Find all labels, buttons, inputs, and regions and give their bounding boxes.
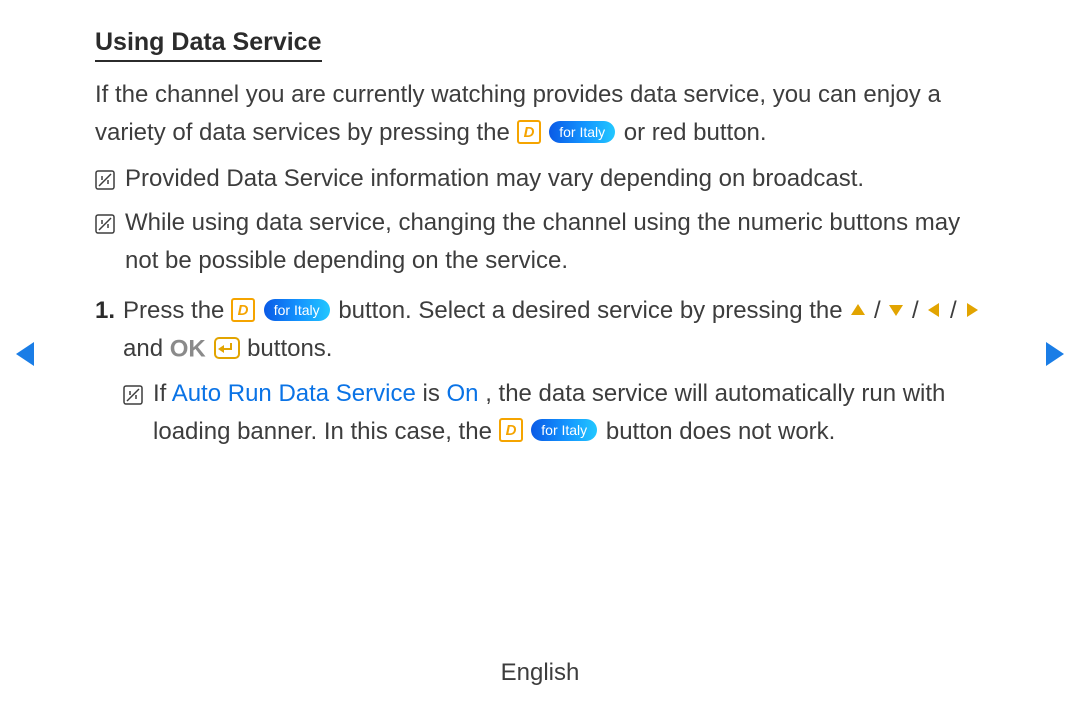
d-button-icon: D [499, 418, 523, 442]
subnote-a: If [153, 380, 172, 407]
step-1-text-d: buttons. [247, 335, 332, 362]
arrow-up-icon [849, 301, 867, 319]
note-icon [123, 385, 143, 405]
note-icon [95, 214, 115, 234]
step-1-text-b: button. Select a desired service by pres… [338, 297, 849, 324]
note-1: Provided Data Service information may va… [95, 160, 985, 198]
slash-1: / [874, 297, 887, 324]
step-1-text-c: and [123, 335, 170, 362]
arrow-right-icon [963, 301, 981, 319]
on-label: On [447, 380, 479, 407]
for-italy-badge: for Italy [264, 299, 330, 321]
slash-2: / [912, 297, 925, 324]
for-italy-badge: for Italy [531, 419, 597, 441]
enter-icon [214, 337, 240, 359]
note-2-text: While using data service, changing the c… [125, 204, 985, 280]
step-1-subnote: If Auto Run Data Service is On , the dat… [123, 375, 985, 451]
note-1-text: Provided Data Service information may va… [125, 160, 985, 198]
d-button-icon: D [517, 120, 541, 144]
for-italy-badge: for Italy [549, 121, 615, 143]
auto-run-label: Auto Run Data Service [172, 380, 416, 407]
arrow-left-icon [925, 301, 943, 319]
subnote-d: button does not work. [606, 418, 835, 445]
step-1-text-a: Press the [123, 297, 231, 324]
intro-text-2: or red button. [624, 119, 767, 146]
step-1: 1. Press the D for Italy button. Select … [95, 292, 985, 451]
note-icon [95, 170, 115, 190]
slash-3: / [950, 297, 963, 324]
ok-label: OK [170, 336, 206, 363]
d-button-icon: D [231, 298, 255, 322]
page-title: Using Data Service [95, 28, 322, 62]
arrow-down-icon [887, 301, 905, 319]
svg-text:D: D [523, 124, 534, 141]
subnote-b: is [423, 380, 447, 407]
language-footer: English [0, 659, 1080, 687]
next-page-arrow[interactable] [1044, 340, 1066, 368]
intro-paragraph: If the channel you are currently watchin… [95, 76, 985, 152]
note-2: While using data service, changing the c… [95, 204, 985, 280]
svg-text:D: D [505, 422, 516, 439]
prev-page-arrow[interactable] [14, 340, 36, 368]
svg-text:D: D [238, 302, 249, 319]
step-number: 1. [95, 292, 115, 330]
